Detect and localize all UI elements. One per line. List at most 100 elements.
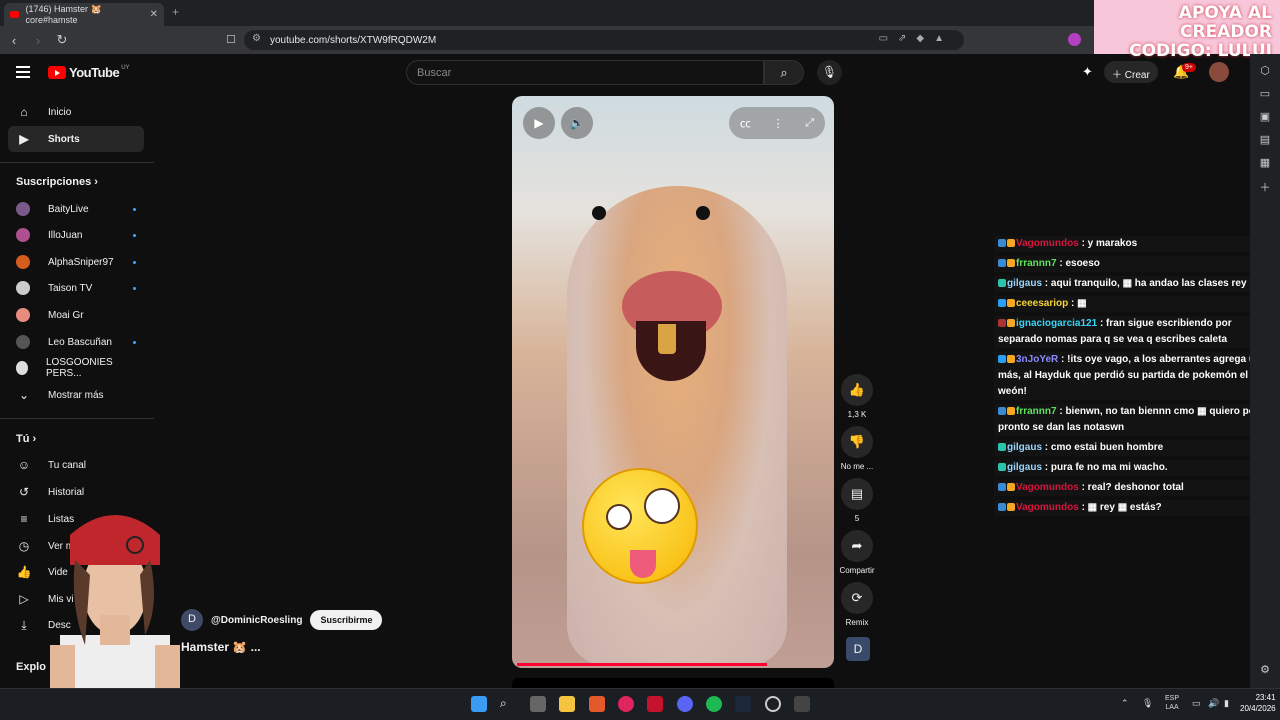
brave-browser-icon[interactable] xyxy=(589,696,605,712)
extension-icon[interactable] xyxy=(1068,33,1081,46)
remix-button[interactable]: ⟳ Remix xyxy=(838,582,876,627)
app-icon[interactable] xyxy=(794,696,810,712)
you-header[interactable]: Tú › xyxy=(16,433,36,445)
short-title[interactable]: Hamster 🐹 ... xyxy=(181,640,261,654)
media-player-icon[interactable] xyxy=(618,696,634,712)
sidebar-item-shorts[interactable]: ▶ Shorts xyxy=(8,126,144,152)
microphone-icon[interactable]: 🎙 xyxy=(1142,698,1153,709)
sidebar-item-historial[interactable]: ↺ Historial xyxy=(8,479,144,505)
close-tab-icon[interactable]: ✕ xyxy=(150,9,158,20)
language-code: ESP xyxy=(1165,695,1180,702)
like-button[interactable]: 👍 1,3 K xyxy=(838,374,876,419)
account-avatar[interactable] xyxy=(1209,62,1229,82)
subscriptions-header-label: Suscripciones xyxy=(16,176,92,188)
wallet-icon[interactable]: ▣ xyxy=(1250,110,1280,123)
language-indicator[interactable]: ESP LAA xyxy=(1165,694,1179,712)
sidebar-item-label: Shorts xyxy=(48,133,80,145)
short-video[interactable] xyxy=(512,96,834,668)
steam-icon[interactable] xyxy=(735,696,751,712)
sidebar-sub-leobascunan[interactable]: Leo Bascuñan xyxy=(16,331,136,353)
sidebar-item-label: Historial xyxy=(48,486,85,498)
subscribe-button[interactable]: Suscribirme xyxy=(310,610,383,630)
network-icon[interactable]: ▭ xyxy=(1192,698,1201,709)
chat-text: : esoeso xyxy=(1059,258,1100,269)
volume-icon[interactable]: 🔊 xyxy=(1208,698,1219,709)
address-actions-icon[interactable]: ▭⇗◆▲ xyxy=(879,33,954,44)
channel-name[interactable]: @DominicRoesling xyxy=(211,615,302,626)
app-icon[interactable] xyxy=(647,696,663,712)
logo-text: YouTube xyxy=(69,65,120,80)
sidebar-item-inicio[interactable]: ⌂ Inicio xyxy=(8,99,144,125)
live-dot xyxy=(133,233,136,237)
video-progress-bar[interactable] xyxy=(517,663,767,666)
sidebar-sub-taisontv[interactable]: Taison TV xyxy=(16,277,136,299)
settings-icon[interactable]: ⚙ xyxy=(1250,663,1280,676)
playlists-icon: ≡ xyxy=(20,512,28,526)
divider xyxy=(0,162,154,163)
new-tab-button[interactable]: + xyxy=(172,5,179,19)
windows-taskbar xyxy=(0,688,1280,720)
channel-avatar[interactable]: D xyxy=(181,609,203,631)
spotify-icon[interactable] xyxy=(706,696,722,712)
url-field[interactable]: ☐ ⚙ youtube.com/shorts/XTW9fRQDW2M ▭⇗◆▲ xyxy=(226,30,964,50)
reading-list-icon[interactable]: ▦ xyxy=(1250,156,1280,169)
site-info-icon[interactable]: ⚙ xyxy=(252,33,261,44)
bookmark-icon[interactable]: ☐ xyxy=(226,33,236,46)
battery-icon[interactable]: ▮ xyxy=(1224,698,1229,709)
volume-icon[interactable]: 🔈 xyxy=(561,107,593,139)
hamster-tooth xyxy=(658,324,676,354)
microphone-icon[interactable]: 🎙 xyxy=(817,60,842,85)
chevron-up-icon[interactable]: ⌃ xyxy=(1121,698,1129,709)
bookmarks-icon[interactable]: ▤ xyxy=(1250,133,1280,146)
sidebar-sub-moaigr[interactable]: Moai Gr xyxy=(16,304,136,326)
more-options-icon[interactable]: ⋮ xyxy=(773,117,784,130)
fullscreen-icon[interactable]: ⤢ xyxy=(805,117,814,130)
panel-icon[interactable]: ▭ xyxy=(1250,87,1280,100)
task-view-icon[interactable] xyxy=(530,696,546,712)
youtube-favicon-icon xyxy=(10,11,20,18)
play-button[interactable]: ▶ xyxy=(523,107,555,139)
banner-line-1: APOYA AL CREADOR xyxy=(1178,3,1272,42)
pin-icon[interactable]: ⬡ xyxy=(1250,64,1280,77)
avatar xyxy=(16,202,30,216)
search-icon[interactable]: ⌕ xyxy=(764,60,804,85)
chat-message: gilgaus : pura fe no ma mi wacho. xyxy=(994,460,1274,476)
search-icon[interactable]: ⌕ xyxy=(500,696,516,712)
avatar xyxy=(16,335,30,349)
dislike-button[interactable]: 👎 No me ... xyxy=(838,426,876,471)
sidebar-sub-losgoonies[interactable]: LOSGOONIES PERS... xyxy=(16,357,136,379)
reload-icon[interactable]: ↻ xyxy=(52,32,72,48)
sidebar-item-tu-canal[interactable]: ☺ Tu canal xyxy=(8,452,144,478)
chat-message: ceeesariop : ▦ xyxy=(994,296,1274,312)
add-panel-icon[interactable]: ＋ xyxy=(1250,179,1280,195)
comments-button[interactable]: ▤ 5 xyxy=(838,478,876,523)
subscriptions-header[interactable]: Suscripciones › xyxy=(16,176,98,188)
share-button[interactable]: ➦ Compartir xyxy=(838,530,876,575)
sidebar-sub-illojuan[interactable]: IlloJuan xyxy=(16,224,136,246)
start-icon[interactable] xyxy=(471,696,487,712)
chat-user: gilgaus xyxy=(1007,442,1043,453)
youtube-logo[interactable]: YouTube UY xyxy=(48,65,130,80)
channel-shortcut-button[interactable]: D xyxy=(846,637,870,661)
gemini-icon[interactable]: ✦ xyxy=(1082,64,1093,80)
search-input[interactable]: Buscar xyxy=(406,60,764,85)
system-clock[interactable]: 23:41 20/4/2026 xyxy=(1240,692,1276,714)
obs-icon[interactable] xyxy=(765,696,781,712)
create-label: Crear xyxy=(1124,70,1150,81)
browser-tab[interactable]: (1746) Hamster 🐹 core#hamste ✕ xyxy=(4,3,164,26)
create-button[interactable]: ＋ Crear xyxy=(1104,61,1158,83)
chat-message: frrannn7 : bienwn, no tan biennn cmo ▦ q… xyxy=(994,404,1274,436)
sidebar-sub-alphasniper97[interactable]: AlphaSniper97 xyxy=(16,251,136,273)
chat-text: : ▦ rey ▦ estás? xyxy=(1081,502,1162,513)
sub-label: IlloJuan xyxy=(48,229,83,241)
captions-icon[interactable]: ㏄ xyxy=(740,115,751,131)
file-explorer-icon[interactable] xyxy=(559,696,575,712)
back-icon[interactable]: ‹ xyxy=(4,33,24,48)
discord-icon[interactable] xyxy=(677,696,693,712)
sidebar-sub-baitylive[interactable]: BaityLive xyxy=(16,198,136,220)
chat-message: gilgaus : aqui tranquilo, ▦ ha andao las… xyxy=(994,276,1274,292)
show-more-button[interactable]: ⌄ Mostrar más xyxy=(8,382,144,408)
menu-icon[interactable] xyxy=(16,66,30,81)
forward-icon[interactable]: › xyxy=(28,33,48,48)
shorts-icon: ▶ xyxy=(19,132,29,146)
